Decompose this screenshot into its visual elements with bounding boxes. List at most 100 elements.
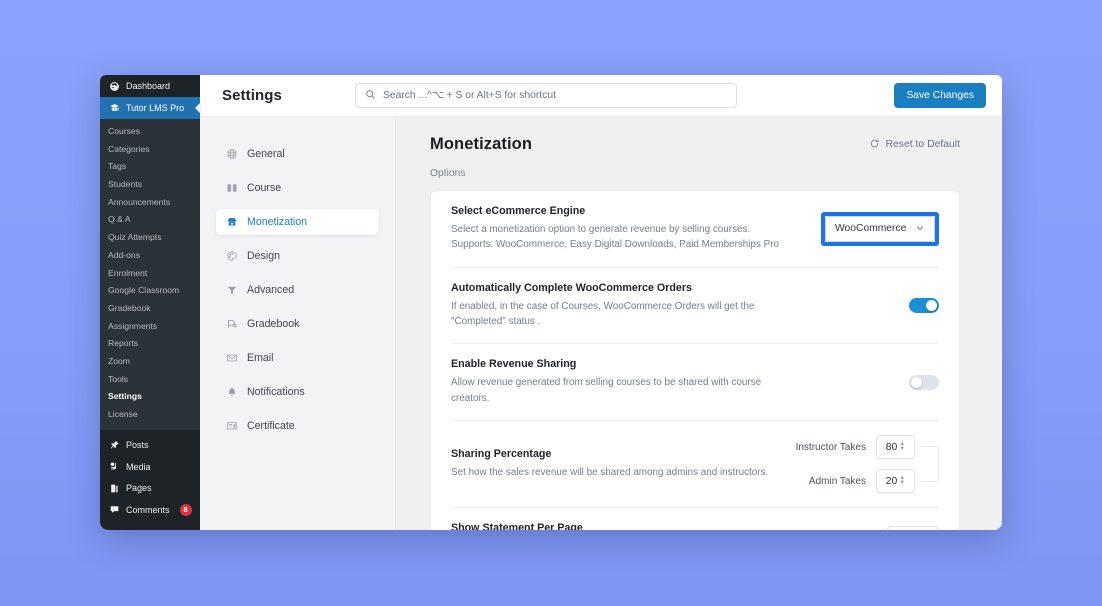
settings-nav-item-certificate[interactable]: Certificate: [216, 413, 379, 439]
submenu-item-students[interactable]: Students: [100, 176, 200, 194]
statements-per-page-stepper[interactable]: 20▲▼: [887, 526, 939, 530]
sidebar-item-label: Tutor LMS Pro: [126, 103, 184, 113]
book-icon: [226, 182, 238, 194]
filter-icon: [226, 284, 238, 296]
palette-icon: [226, 250, 238, 262]
option-description: Select a monetization option to generate…: [451, 222, 791, 253]
admin-takes-stepper[interactable]: 20▲▼: [876, 469, 915, 493]
sidebar-item-label: Comments: [126, 505, 170, 515]
ecommerce-engine-select[interactable]: WooCommerce: [825, 216, 935, 242]
submenu-item-tools[interactable]: Tools: [100, 371, 200, 389]
store-icon: [226, 216, 238, 228]
stepper-arrows-icon[interactable]: ▲▼: [899, 442, 905, 452]
search-input[interactable]: [383, 90, 727, 101]
settings-nav-label: General: [247, 148, 285, 160]
sidebar-item-tutor-lms-pro[interactable]: Tutor LMS Pro: [100, 97, 200, 119]
search-bar[interactable]: [355, 83, 737, 108]
bell-icon: [226, 386, 238, 398]
submenu-item-announcements[interactable]: Announcements: [100, 194, 200, 212]
settings-nav-label: Email: [247, 352, 274, 364]
stepper-arrows-icon[interactable]: ▲▼: [899, 476, 905, 486]
toggle-automatically-complete-woocommerce-orders[interactable]: [909, 298, 939, 313]
nav-spacer: [200, 407, 395, 411]
settings-nav-item-email[interactable]: Email: [216, 345, 379, 371]
nav-spacer: [200, 169, 395, 173]
submenu-item-categories[interactable]: Categories: [100, 141, 200, 159]
option-text: Sharing Percentage Set how the sales reve…: [451, 448, 782, 480]
ecommerce-engine-focus-ring: WooCommerce: [821, 212, 939, 246]
settings-nav-label: Advanced: [247, 284, 294, 296]
submenu-item-assignments[interactable]: Assignments: [100, 318, 200, 336]
globe-icon: [226, 148, 238, 160]
submenu-item-enrolment[interactable]: Enrolment: [100, 265, 200, 283]
pages-icon: [108, 482, 120, 494]
settings-nav-item-advanced[interactable]: Advanced: [216, 277, 379, 303]
wordpress-admin-sidebar: Dashboard Tutor LMS Pro CoursesCategorie…: [100, 75, 200, 530]
option-control: WooCommerce: [821, 212, 939, 246]
option-row-show-statement-per-page: Show Statement Per PageDefine the number…: [451, 508, 939, 530]
nav-spacer: [200, 271, 395, 275]
comments-count-badge: 8: [180, 504, 192, 516]
reset-to-default-button[interactable]: Reset to Default: [869, 138, 960, 152]
percentage-bracket: [921, 446, 939, 482]
settings-nav-item-notifications[interactable]: Notifications: [216, 379, 379, 405]
search-icon: [365, 87, 376, 105]
submenu-item-reports[interactable]: Reports: [100, 335, 200, 353]
pin-icon: [108, 439, 120, 451]
option-description: Set how the sales revenue will be shared…: [451, 465, 782, 480]
main-header: Monetization Reset to Default: [430, 135, 960, 154]
settings-main-panel: Monetization Reset to Default Options Se…: [396, 117, 1002, 530]
option-text: Enable Revenue SharingAllow revenue gene…: [451, 358, 895, 406]
settings-nav-item-course[interactable]: Course: [216, 175, 379, 201]
option-row-enable-revenue-sharing: Enable Revenue SharingAllow revenue gene…: [451, 344, 939, 421]
certificate-icon: [226, 420, 238, 432]
settings-nav-item-design[interactable]: Design: [216, 243, 379, 269]
sidebar-item-posts[interactable]: Posts: [100, 435, 200, 457]
option-text: Automatically Complete WooCommerce Order…: [451, 282, 895, 330]
option-title: Sharing Percentage: [451, 448, 782, 460]
option-text: Show Statement Per PageDefine the number…: [451, 522, 873, 530]
option-row-select-ecommerce-engine: Select eCommerce EngineSelect a monetiza…: [451, 191, 939, 268]
nav-spacer: [200, 305, 395, 309]
sidebar-item-dashboard[interactable]: Dashboard: [100, 75, 200, 97]
sidebar-item-label: Pages: [126, 483, 152, 493]
submenu-item-gradebook[interactable]: Gradebook: [100, 300, 200, 318]
submenu-item-google-classroom[interactable]: Google Classroom: [100, 282, 200, 300]
wordpress-core-menu: PostsMedia Pages Comments 8: [100, 430, 200, 521]
submenu-item-license[interactable]: License: [100, 406, 200, 424]
submenu-item-q-a[interactable]: Q & A: [100, 211, 200, 229]
submenu-item-tags[interactable]: Tags: [100, 158, 200, 176]
options-label: Options: [430, 168, 960, 179]
submenu-item-courses[interactable]: Courses: [100, 123, 200, 141]
select-value: WooCommerce: [835, 223, 906, 234]
option-title: Show Statement Per Page: [451, 522, 873, 530]
comment-icon: [108, 504, 120, 516]
sidebar-item-media[interactable]: Media: [100, 456, 200, 478]
settings-nav-item-monetization[interactable]: Monetization: [216, 209, 379, 235]
submenu-item-quiz-attempts[interactable]: Quiz Attempts: [100, 229, 200, 247]
settings-nav-item-general[interactable]: General: [216, 141, 379, 167]
toggle-enable-revenue-sharing[interactable]: [909, 375, 939, 390]
reset-label: Reset to Default: [885, 139, 960, 150]
submenu-item-zoom[interactable]: Zoom: [100, 353, 200, 371]
sidebar-item-comments[interactable]: Comments 8: [100, 499, 200, 521]
settings-nav-label: Gradebook: [247, 318, 299, 330]
page-heading: Settings: [222, 87, 282, 104]
submenu-item-settings[interactable]: Settings: [100, 388, 200, 406]
tutor-lms-submenu: CoursesCategoriesTagsStudentsAnnouncemen…: [100, 119, 200, 430]
settings-nav-label: Design: [247, 250, 280, 262]
sidebar-item-pages[interactable]: Pages: [100, 478, 200, 500]
instructor-takes-stepper[interactable]: 80▲▼: [876, 435, 915, 459]
admin-takes-row: Admin Takes20▲▼: [796, 469, 915, 493]
settings-nav-label: Notifications: [247, 386, 305, 398]
toggle-knob: [926, 300, 937, 311]
toggle-knob: [911, 377, 922, 388]
mail-icon: [226, 352, 238, 364]
browser-window: Dashboard Tutor LMS Pro CoursesCategorie…: [100, 75, 1002, 530]
save-changes-button[interactable]: Save Changes: [894, 83, 986, 108]
nav-spacer: [200, 203, 395, 207]
settings-nav-item-gradebook[interactable]: Gradebook: [216, 311, 379, 337]
sidebar-item-label: Dashboard: [126, 81, 170, 91]
submenu-item-add-ons[interactable]: Add-ons: [100, 247, 200, 265]
option-control: [909, 375, 939, 390]
